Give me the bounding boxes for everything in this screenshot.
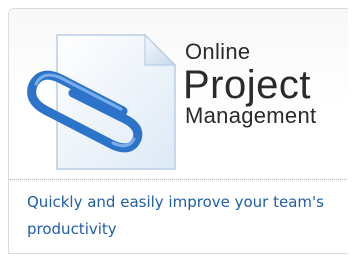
tagline-link[interactable]: Quickly and easily improve your team's p…	[27, 189, 345, 243]
title-line-management: Management	[185, 103, 317, 128]
document-icon	[27, 33, 177, 170]
divider	[9, 179, 348, 180]
product-card[interactable]: Online Project Management Quickly and ea…	[8, 8, 348, 254]
product-title: Online Project Management	[183, 39, 317, 129]
title-line-project: Project	[183, 63, 311, 107]
title-line-online: Online	[185, 39, 251, 64]
